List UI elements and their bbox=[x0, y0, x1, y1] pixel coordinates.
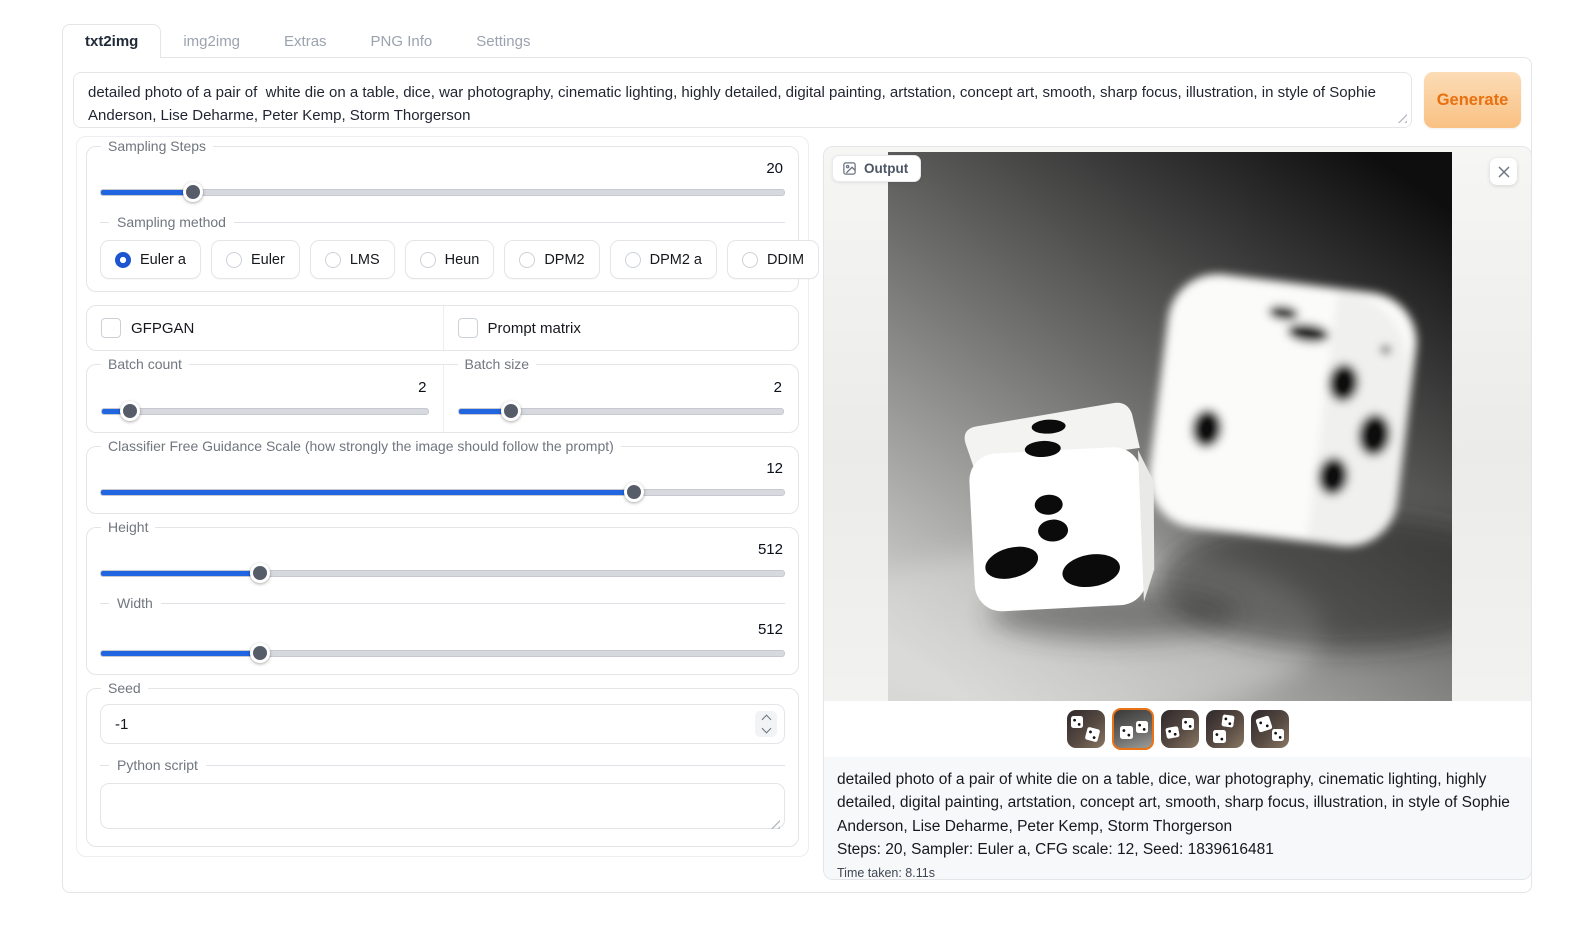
tab-png-info[interactable]: PNG Info bbox=[349, 24, 455, 58]
generation-info: detailed photo of a pair of white die on… bbox=[824, 757, 1531, 880]
radio-dot-icon bbox=[420, 252, 436, 268]
slider-thumb[interactable] bbox=[624, 482, 644, 502]
radio-dpm2-a[interactable]: DPM2 a bbox=[610, 240, 717, 279]
radio-lms[interactable]: LMS bbox=[310, 240, 395, 279]
radio-ddim[interactable]: DDIM bbox=[727, 240, 819, 279]
sampling-method-radios: Euler a Euler LMS Heun DPM2 DPM2 a DDIM … bbox=[100, 240, 785, 279]
height-value: 512 bbox=[100, 541, 783, 559]
caption-prompt: detailed photo of a pair of white die on… bbox=[837, 768, 1518, 838]
prompt-matrix-checkbox[interactable]: Prompt matrix bbox=[458, 318, 785, 338]
time-taken: Time taken: 8.11s bbox=[837, 864, 1518, 880]
parameters-form: Sampling Steps 20 Sampling method Euler … bbox=[76, 136, 809, 857]
output-gallery: Output bbox=[824, 147, 1531, 701]
radio-dot-icon bbox=[226, 252, 242, 268]
slider-thumb[interactable] bbox=[120, 401, 140, 421]
radio-dot-icon bbox=[625, 252, 641, 268]
slider-thumb[interactable] bbox=[501, 401, 521, 421]
batch-size-value: 2 bbox=[458, 379, 783, 397]
caption-parameters: Steps: 20, Sampler: Euler a, CFG scale: … bbox=[837, 838, 1518, 861]
output-panel: Output bbox=[823, 146, 1532, 880]
thumbnail-2-selected[interactable] bbox=[1112, 708, 1154, 750]
thumbnail-5[interactable] bbox=[1251, 710, 1289, 748]
output-panel-label: Output bbox=[832, 155, 921, 182]
chevron-down-icon[interactable] bbox=[761, 724, 771, 734]
radio-dot-icon bbox=[742, 252, 758, 268]
cfg-scale-value: 12 bbox=[100, 460, 783, 478]
batch-count-slider[interactable] bbox=[101, 401, 429, 420]
checkbox-icon bbox=[101, 318, 121, 338]
radio-dot-icon bbox=[115, 252, 131, 268]
tab-bar: txt2img img2img Extras PNG Info Settings bbox=[62, 24, 552, 58]
width-slider[interactable] bbox=[100, 643, 785, 662]
cfg-scale-group: Classifier Free Guidance Scale (how stro… bbox=[86, 446, 799, 514]
seed-stepper[interactable] bbox=[755, 711, 777, 737]
close-output-button[interactable] bbox=[1490, 158, 1517, 185]
options-group: GFPGAN Prompt matrix bbox=[86, 305, 799, 351]
sampling-method-label: Sampling method bbox=[100, 214, 785, 230]
image-icon bbox=[842, 161, 857, 176]
batch-size-slider[interactable] bbox=[458, 401, 785, 420]
prompt-input[interactable]: detailed photo of a pair of white die on… bbox=[73, 72, 1412, 128]
radio-heun[interactable]: Heun bbox=[405, 240, 495, 279]
batch-count-label: Batch count bbox=[101, 356, 189, 373]
tab-extras[interactable]: Extras bbox=[262, 24, 349, 58]
prompt-row: detailed photo of a pair of white die on… bbox=[73, 72, 1521, 128]
height-label: Height bbox=[101, 519, 155, 536]
gfpgan-checkbox[interactable]: GFPGAN bbox=[101, 318, 429, 338]
batch-group: Batch count 2 Batch size 2 bbox=[86, 364, 799, 433]
thumbnail-strip bbox=[824, 701, 1531, 757]
width-label: Width bbox=[100, 595, 785, 611]
tab-txt2img[interactable]: txt2img bbox=[62, 24, 161, 58]
slider-thumb[interactable] bbox=[250, 563, 270, 583]
cfg-scale-label: Classifier Free Guidance Scale (how stro… bbox=[101, 438, 621, 455]
checkbox-icon bbox=[458, 318, 478, 338]
thumbnail-4[interactable] bbox=[1206, 710, 1244, 748]
seed-input[interactable] bbox=[100, 704, 785, 744]
sampling-group: Sampling Steps 20 Sampling method Euler … bbox=[86, 146, 799, 292]
generate-button[interactable]: Generate bbox=[1424, 72, 1521, 128]
seed-group: Seed Python script bbox=[86, 688, 799, 847]
cfg-scale-slider[interactable] bbox=[100, 482, 785, 501]
radio-dot-icon bbox=[519, 252, 535, 268]
slider-thumb[interactable] bbox=[250, 643, 270, 663]
seed-label: Seed bbox=[101, 680, 148, 697]
width-value: 512 bbox=[100, 621, 783, 639]
txt2img-panel: detailed photo of a pair of white die on… bbox=[62, 57, 1532, 893]
radio-euler-a[interactable]: Euler a bbox=[100, 240, 201, 279]
batch-count-value: 2 bbox=[101, 379, 427, 397]
sampling-steps-value: 20 bbox=[100, 160, 783, 178]
generated-image[interactable] bbox=[888, 152, 1452, 701]
radio-dpm2[interactable]: DPM2 bbox=[504, 240, 599, 279]
close-icon bbox=[1498, 166, 1510, 178]
sampling-steps-slider[interactable] bbox=[100, 182, 785, 201]
batch-size-label: Batch size bbox=[458, 356, 537, 373]
python-script-input[interactable] bbox=[100, 783, 785, 829]
tab-settings[interactable]: Settings bbox=[454, 24, 552, 58]
tab-img2img[interactable]: img2img bbox=[161, 24, 262, 58]
thumbnail-3[interactable] bbox=[1161, 710, 1199, 748]
height-slider[interactable] bbox=[100, 563, 785, 582]
thumbnail-1[interactable] bbox=[1067, 710, 1105, 748]
radio-dot-icon bbox=[325, 252, 341, 268]
python-script-label: Python script bbox=[100, 757, 785, 773]
sampling-steps-label: Sampling Steps bbox=[101, 138, 213, 155]
radio-euler[interactable]: Euler bbox=[211, 240, 300, 279]
dimensions-group: Height 512 Width 512 bbox=[86, 527, 799, 675]
slider-thumb[interactable] bbox=[183, 182, 203, 202]
